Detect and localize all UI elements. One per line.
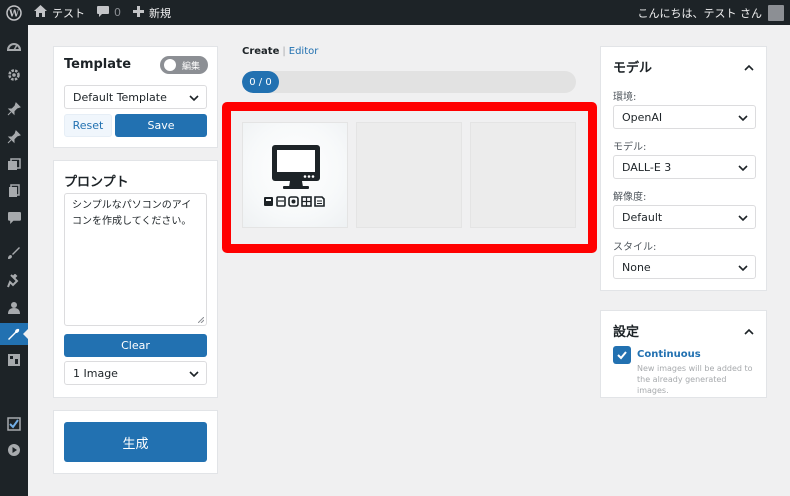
chevron-up-icon[interactable] xyxy=(744,327,754,337)
new-content-link[interactable]: 新規 xyxy=(127,0,177,25)
model-panel: モデル 環境: OpenAI モデル: DALL-E 3 解像度: Defaul… xyxy=(600,46,767,291)
chevron-up-icon[interactable] xyxy=(744,63,754,73)
settings-panel: 設定 Continuous New images will be added t… xyxy=(600,310,767,398)
avatar xyxy=(768,4,784,21)
toggle-knob xyxy=(164,59,176,71)
style-select[interactable]: None xyxy=(613,255,756,279)
prompt-card: プロンプト シンプルなパソコンのアイコンを作成してください。 Clear 1 I… xyxy=(53,160,218,398)
chevron-down-icon xyxy=(738,215,748,222)
greeting-text: こんにちは、テスト さん xyxy=(637,6,763,20)
progress-fill: 0 / 0 xyxy=(242,71,279,93)
settings-icon[interactable] xyxy=(0,64,28,86)
generate-button[interactable]: 生成 xyxy=(64,422,207,462)
generate-card: 生成 xyxy=(53,410,218,474)
generated-image-slot[interactable] xyxy=(242,122,348,228)
account-menu[interactable]: こんにちは、テスト さん xyxy=(637,0,784,25)
admin-sidebar xyxy=(0,25,28,496)
progress-text: 0 / 0 xyxy=(249,76,272,88)
continuous-label[interactable]: Continuous xyxy=(637,349,701,360)
home-icon xyxy=(34,5,47,20)
model-label: モデル: xyxy=(613,142,647,153)
site-name: テスト xyxy=(52,6,85,20)
checklist-icon[interactable] xyxy=(0,413,28,435)
comments-link[interactable]: 0 xyxy=(91,0,127,25)
environment-label: 環境: xyxy=(613,92,637,103)
empty-image-slot xyxy=(470,122,576,228)
model-title: モデル xyxy=(613,61,653,76)
template-title: Template xyxy=(64,57,132,72)
comments-count: 0 xyxy=(114,6,121,19)
prompt-text: シンプルなパソコンのアイコンを作成してください。 xyxy=(72,200,192,227)
appearance-icon[interactable] xyxy=(0,242,28,264)
model-value: DALL-E 3 xyxy=(622,160,672,174)
clear-button[interactable]: Clear xyxy=(64,334,207,357)
plus-icon xyxy=(133,5,144,20)
new-label: 新規 xyxy=(149,6,171,20)
style-value: None xyxy=(622,260,651,274)
edit-toggle[interactable]: 編集 xyxy=(160,56,208,74)
admin-collapse-icon[interactable] xyxy=(0,349,28,371)
save-button[interactable]: Save xyxy=(115,114,207,137)
resolution-select[interactable]: Default xyxy=(613,205,756,229)
prompt-title: プロンプト xyxy=(64,175,129,190)
chevron-down-icon xyxy=(738,265,748,272)
pages-icon[interactable] xyxy=(0,180,28,202)
progress-bar: 0 / 0 xyxy=(242,71,576,93)
computer-monitor-icon xyxy=(264,145,325,207)
resolution-label: 解像度: xyxy=(613,192,647,203)
prompt-textarea[interactable]: シンプルなパソコンのアイコンを作成してください。 xyxy=(64,193,207,326)
comments-icon[interactable] xyxy=(0,207,28,229)
play-icon[interactable] xyxy=(0,439,28,461)
image-count-value: 1 Image xyxy=(73,366,118,380)
template-select[interactable]: Default Template xyxy=(64,85,207,109)
chevron-down-icon xyxy=(738,115,748,122)
wordpress-logo-icon[interactable]: W xyxy=(0,0,28,25)
toggle-label: 編集 xyxy=(182,61,201,72)
site-name-link[interactable]: テスト xyxy=(28,0,91,25)
model-select[interactable]: DALL-E 3 xyxy=(613,155,756,179)
admin-bar: W テスト 0 新規 こんにちは、テスト さん xyxy=(0,0,790,25)
chevron-down-icon xyxy=(189,371,199,378)
settings-title: 設定 xyxy=(613,325,640,340)
continuous-checkbox[interactable] xyxy=(613,346,631,364)
chevron-down-icon xyxy=(738,165,748,172)
template-select-value: Default Template xyxy=(73,90,167,104)
image-count-select[interactable]: 1 Image xyxy=(64,361,207,385)
media-icon[interactable] xyxy=(0,154,28,176)
template-card: Template 編集 Default Template Reset Save xyxy=(53,46,218,148)
checkmark-icon xyxy=(617,351,627,360)
empty-image-slot xyxy=(356,122,462,228)
resolution-value: Default xyxy=(622,210,663,224)
resize-handle-icon[interactable] xyxy=(198,317,204,323)
style-label: スタイル: xyxy=(613,242,657,253)
tab-separator: | xyxy=(282,46,286,57)
reset-button[interactable]: Reset xyxy=(64,114,112,137)
continuous-help: New images will be added to the already … xyxy=(637,364,753,395)
chevron-down-icon xyxy=(189,95,199,102)
tab-create[interactable]: Create xyxy=(242,46,279,57)
comment-bubble-icon xyxy=(97,5,109,20)
tab-editor[interactable]: Editor xyxy=(289,46,319,57)
plugins-icon[interactable] xyxy=(0,270,28,292)
pin-icon[interactable] xyxy=(0,98,28,120)
environment-value: OpenAI xyxy=(622,110,663,124)
mode-tabs: Create | Editor xyxy=(242,46,318,57)
svg-text:W: W xyxy=(8,9,20,19)
users-icon[interactable] xyxy=(0,297,28,319)
pin-icon[interactable] xyxy=(0,126,28,148)
tools-icon[interactable] xyxy=(0,323,28,345)
dashboard-icon[interactable] xyxy=(0,36,28,58)
environment-select[interactable]: OpenAI xyxy=(613,105,756,129)
